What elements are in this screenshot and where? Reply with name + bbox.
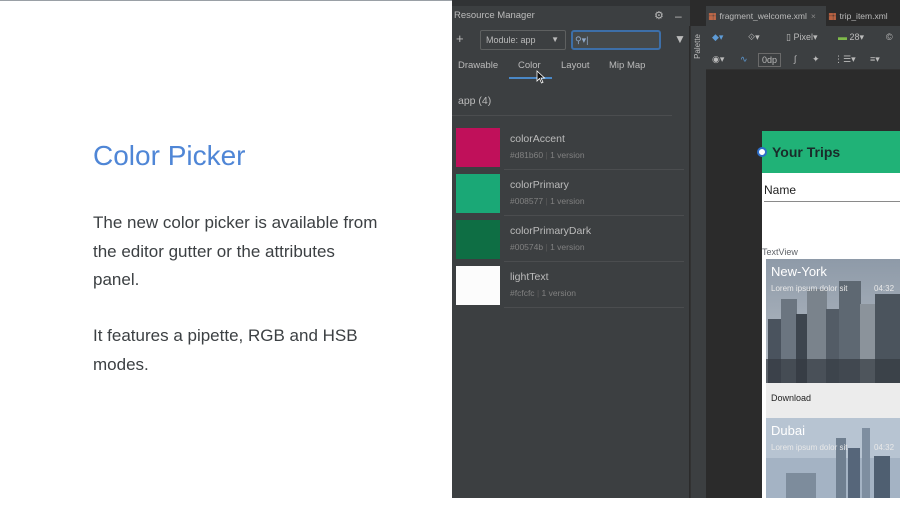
close-icon[interactable]: × [811,11,816,21]
guidelines-icon[interactable]: ⋮☰▾ [834,48,856,70]
tab-layout[interactable]: Layout [561,60,590,71]
theme-icon[interactable]: © [886,26,893,48]
card-city: Dubai [771,423,805,438]
color-name: colorPrimary [510,179,569,191]
color-swatch [456,174,500,213]
view-options-icon[interactable]: ◉▾ [712,48,724,70]
resource-tabs: Drawable Color Layout Mip Map [452,56,690,80]
infer-constraints-icon[interactable]: ✦ [812,48,820,70]
color-versions: 1 version [550,196,585,206]
editor-tab-trip-item[interactable]: ▦ trip_item.xml [826,6,900,26]
color-swatch [456,220,500,259]
chevron-down-icon: ▼ [551,35,559,44]
tab-mip-map[interactable]: Mip Map [609,60,645,71]
search-input[interactable]: ⚲▾| [571,30,661,50]
slide-paragraph-1: The new color picker is available from t… [93,213,378,289]
editor-tab-label: trip_item.xml [839,11,888,21]
resource-manager-panel: Resource Manager ⚙ – + Module: app ▼ ⚲▾|… [452,0,690,498]
module-select-label: Module: app [486,35,536,45]
app-bar: Your Trips [762,131,900,173]
tab-drawable[interactable]: Drawable [458,60,498,71]
color-name: lightText [510,271,549,283]
divider [452,115,672,116]
layers-icon[interactable]: ◆▾ [712,26,723,48]
slide-paragraph-2: It features a pipette, RGB and HSB modes… [93,326,358,374]
clear-constraints-icon[interactable]: ∫ [794,48,796,70]
design-toolbar-bottom: ◉▾ ∿ 0dp ∫ ✦ ⋮☰▾ ≡▾ [706,48,900,70]
group-label: app (4) [458,95,492,107]
design-toolbar-top: ◆▾ ⟐▾ ▯ Pixel▾ ▬ 28▾ © [706,26,900,48]
color-resource-row[interactable]: colorPrimaryDark #00574b | 1 version [452,220,690,266]
default-margin-field[interactable]: 0dp [758,53,782,67]
resource-manager-header: Resource Manager ⚙ – [452,6,690,26]
download-button[interactable]: Download [771,393,811,403]
divider [504,215,684,216]
color-resource-row[interactable]: colorAccent #d81b60 | 1 version [452,128,690,174]
align-icon[interactable]: ≡▾ [870,48,880,70]
color-versions: 1 version [550,242,585,252]
layout-preview: Your Trips Name TextView New-York Lorem … [762,131,900,498]
trip-card[interactable]: New-York Lorem ipsum dolor sit 04:32 Dow… [766,259,900,419]
color-resource-row[interactable]: colorPrimary #008577 | 1 version [452,174,690,220]
phone-icon: ▯ [786,32,791,42]
slide-title: Color Picker [93,140,246,171]
divider [504,261,684,262]
color-swatch [456,128,500,167]
add-resource-icon[interactable]: + [456,31,464,46]
device-label: Pixel [793,32,813,42]
card-subtitle: Lorem ipsum dolor sit [771,284,848,293]
trip-card[interactable]: Dubai Lorem ipsum dolor sit 04:32 [766,418,900,498]
editor-tab-fragment-welcome[interactable]: ▦ fragment_welcome.xml × [706,6,818,26]
color-meta: #d81b60 | 1 version [510,150,585,160]
filter-icon[interactable]: ▼ [674,32,686,46]
gear-icon[interactable]: ⚙ [654,6,664,26]
color-versions: 1 version [550,150,585,160]
color-meta: #008577 | 1 version [510,196,585,206]
color-hex: #d81b60 [510,150,544,160]
device-select[interactable]: ▯ Pixel▾ [786,26,818,48]
textview-label: TextView [762,247,798,257]
mouse-cursor-icon [536,70,546,84]
search-icon: ⚲▾| [575,35,589,45]
card-subtitle: Lorem ipsum dolor sit [771,443,848,452]
color-hex: #008577 [510,196,544,206]
color-hex: #00574b [510,242,544,252]
xml-file-icon: ▦ [708,11,717,21]
editor-tabs: ▦ fragment_welcome.xml × ▦ trip_item.xml [706,6,900,26]
minimize-icon[interactable]: – [675,6,682,26]
android-icon: ▬ [838,32,847,42]
module-select[interactable]: Module: app ▼ [480,30,566,50]
color-meta: #fcfcfc | 1 version [510,288,577,298]
color-name: colorAccent [510,133,565,145]
divider [504,307,684,308]
orientation-icon[interactable]: ⟐▾ [748,26,760,48]
color-meta: #00574b | 1 version [510,242,585,252]
autoconnect-icon[interactable]: ∿ [740,48,748,70]
name-label: Name [764,183,797,197]
color-resource-row[interactable]: lightText #fcfcfc | 1 version [452,266,690,312]
xml-file-icon: ▦ [828,11,837,21]
bottom-margin [452,498,900,512]
editor-tab-label: fragment_welcome.xml [719,11,807,21]
api-level-label: 28 [849,32,860,42]
card-city: New-York [771,264,827,279]
color-swatch [456,266,500,305]
palette-label: Palette [693,34,702,59]
selection-handle[interactable] [757,147,767,157]
top-divider [0,0,452,1]
color-hex: #fcfcfc [510,288,535,298]
color-name: colorPrimaryDark [510,225,592,237]
divider [504,169,684,170]
palette-tool-strip[interactable]: Palette [690,26,706,498]
app-bar-title: Your Trips [772,144,841,160]
color-versions: 1 version [541,288,577,298]
slide: Color Picker The new color picker is ava… [0,0,900,512]
card-time: 04:32 [874,284,895,293]
api-level-select[interactable]: ▬ 28▾ [838,26,864,48]
card-time: 04:32 [874,443,895,452]
name-underline [764,201,900,202]
resource-manager-toolbar: + Module: app ▼ ⚲▾| ▼ [452,28,690,52]
resource-manager-title: Resource Manager [454,10,535,21]
